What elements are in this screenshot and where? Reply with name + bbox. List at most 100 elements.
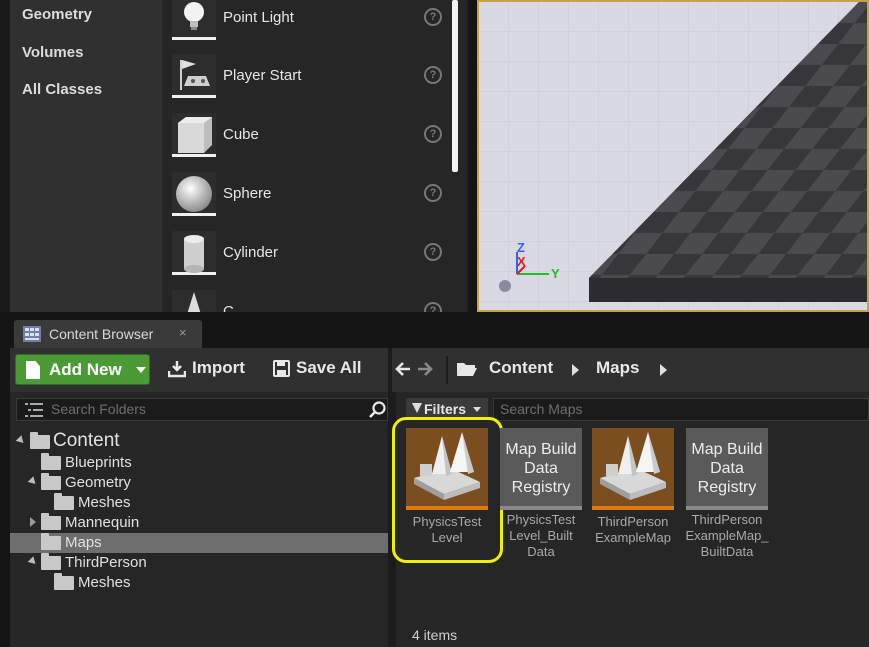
filters-label: Filters	[424, 401, 467, 417]
asset-tile-thirdpersonexamplemap-builtdata[interactable]: Map Build Data Registry ThirdPerson Exam…	[685, 428, 769, 578]
help-icon[interactable]: ?	[424, 8, 442, 26]
place-list-scrollbar[interactable]	[452, 0, 458, 172]
place-item-cone[interactable]: C ?	[162, 290, 452, 312]
tree-item-label: Mannequin	[65, 514, 140, 531]
toolbar-separator	[388, 348, 392, 392]
chevron-down-icon	[473, 407, 481, 412]
folder-icon	[30, 432, 50, 449]
item-count: 4 items	[412, 627, 458, 643]
open-folder-icon	[457, 363, 477, 376]
tree-item-meshes[interactable]: Meshes	[10, 573, 388, 593]
filter-icon	[412, 403, 422, 413]
tree-item-label: Meshes	[78, 494, 131, 511]
tree-item-geometry[interactable]: Geometry	[10, 473, 388, 493]
place-item-cylinder[interactable]: Cylinder ?	[162, 231, 452, 290]
breadcrumb-content[interactable]: Content	[489, 358, 553, 378]
place-actors-list: Point Light ? Player Start ? Cube ? Sphe…	[162, 0, 469, 312]
expand-arrow-icon[interactable]	[27, 476, 39, 487]
folder-search-input[interactable]	[51, 401, 351, 417]
place-item-point-light[interactable]: Point Light ?	[162, 0, 452, 55]
cube-icon	[172, 113, 216, 157]
axis-gizmo-icon	[516, 252, 549, 275]
asset-type-bar	[500, 506, 582, 510]
place-item-label: Sphere	[223, 185, 272, 202]
place-item-label: Cube	[223, 126, 259, 143]
add-new-label: Add New	[49, 360, 122, 379]
map-build-data-registry-icon: Map Build Data Registry	[500, 428, 582, 506]
tab-strip: Content Browser ×	[0, 316, 869, 348]
place-item-sphere[interactable]: Sphere ?	[162, 172, 452, 231]
selection-highlight	[392, 417, 503, 563]
level-viewport[interactable]: Z X Y	[477, 0, 869, 312]
chevron-down-icon	[136, 367, 146, 373]
asset-search-input[interactable]	[500, 401, 800, 417]
expand-arrow-icon[interactable]	[15, 435, 27, 446]
filter-list-icon[interactable]	[25, 403, 43, 417]
category-geometry[interactable]: Geometry	[22, 6, 92, 23]
asset-tile-physicstestlevel[interactable]: PhysicsTest Level	[392, 417, 503, 578]
content-browser-icon	[23, 326, 41, 342]
asset-view-panel: Filters PhysicsTes	[392, 392, 869, 647]
place-item-label: Point Light	[223, 9, 294, 26]
category-volumes[interactable]: Volumes	[22, 44, 83, 61]
close-icon[interactable]: ×	[179, 325, 187, 340]
forward-arrow-icon[interactable]	[417, 362, 433, 376]
place-item-label: Cylinder	[223, 244, 279, 261]
tab-label: Content Browser	[49, 326, 154, 342]
help-icon[interactable]: ?	[424, 243, 442, 261]
place-item-cube[interactable]: Cube ?	[162, 113, 452, 172]
help-icon[interactable]: ?	[424, 184, 442, 202]
level-map-icon	[592, 428, 674, 506]
viewport-info-icon[interactable]	[499, 280, 511, 292]
tree-item-label: Meshes	[78, 574, 131, 591]
save-all-button[interactable]: Save All	[296, 358, 362, 378]
map-build-data-registry-icon: Map Build Data Registry	[686, 428, 768, 506]
category-all-classes[interactable]: All Classes	[22, 81, 102, 98]
tree-item-mannequin[interactable]: Mannequin	[10, 513, 388, 533]
cone-icon	[172, 290, 216, 312]
tree-item-label: ThirdPerson	[65, 554, 147, 571]
back-arrow-icon[interactable]	[395, 362, 411, 376]
tree-item-content[interactable]: Content	[10, 430, 388, 452]
breadcrumb-maps[interactable]: Maps	[596, 358, 639, 378]
search-icon[interactable]	[369, 401, 387, 419]
point-light-icon	[172, 0, 216, 40]
left-edge	[0, 0, 10, 312]
place-item-label: Player Start	[223, 67, 302, 84]
collapse-arrow-icon[interactable]	[30, 517, 36, 527]
asset-name: PhysicsTest Level_Built Data	[506, 512, 576, 559]
folder-icon	[41, 553, 61, 570]
tree-item-maps[interactable]: Maps	[10, 533, 388, 553]
asset-type-bar	[592, 506, 674, 510]
place-item-player-start[interactable]: Player Start ?	[162, 54, 452, 113]
folder-icon	[54, 493, 74, 510]
new-document-icon	[26, 361, 40, 379]
breadcrumb-arrow-icon[interactable]	[572, 364, 579, 376]
tree-item-blueprints[interactable]: Blueprints	[10, 453, 388, 473]
help-icon[interactable]: ?	[424, 125, 442, 143]
help-icon[interactable]: ?	[424, 66, 442, 84]
help-icon[interactable]: ?	[424, 302, 442, 312]
expand-arrow-icon[interactable]	[27, 556, 39, 567]
player-start-icon	[172, 54, 216, 98]
tree-item-label: Blueprints	[65, 454, 132, 471]
cylinder-icon	[172, 231, 216, 275]
folder-icon	[54, 573, 74, 590]
asset-name: ThirdPerson ExampleMap_ BuiltData	[685, 512, 769, 559]
asset-tile-physicstestlevel-builtdata[interactable]: Map Build Data Registry PhysicsTest Leve…	[500, 428, 582, 578]
asset-tile-thirdpersonexamplemap[interactable]: ThirdPerson ExampleMap	[592, 428, 674, 578]
add-new-button[interactable]: Add New	[15, 354, 150, 385]
folder-icon	[41, 453, 61, 470]
tab-content-browser[interactable]: Content Browser ×	[14, 320, 202, 348]
tree-item-thirdperson[interactable]: ThirdPerson	[10, 553, 388, 573]
place-categories-panel: Geometry Volumes All Classes	[10, 0, 162, 312]
path-separator	[446, 356, 448, 384]
breadcrumb-arrow-icon[interactable]	[660, 364, 667, 376]
tree-item-meshes[interactable]: Meshes	[10, 493, 388, 513]
save-icon	[273, 360, 290, 377]
tree-item-label: Geometry	[65, 474, 131, 491]
asset-type-bar	[686, 506, 768, 510]
tree-item-label: Content	[53, 430, 120, 451]
asset-search-box	[493, 398, 869, 421]
import-button[interactable]: Import	[192, 358, 245, 378]
